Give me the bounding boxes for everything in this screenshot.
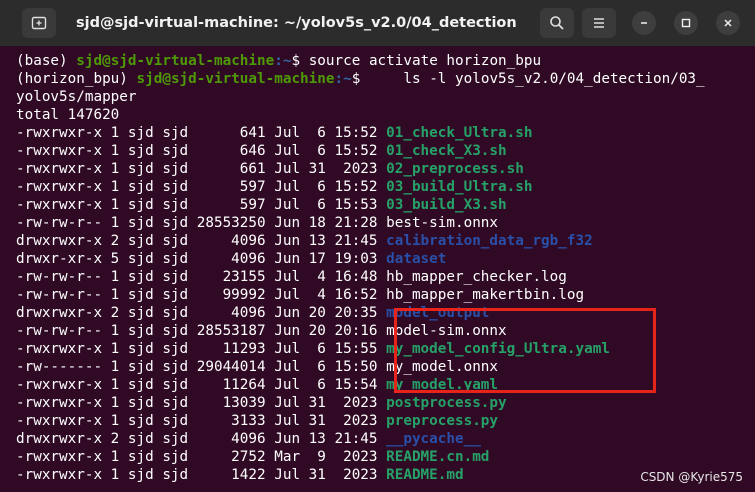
file-name: hb_mapper_checker.log	[386, 269, 567, 285]
file-metadata: -rw------- 1 sjd sjd 29044014 Jul 6 15:5…	[16, 359, 387, 375]
file-metadata: -rw-rw-r-- 1 sjd sjd 23155 Jul 4 16:48	[16, 269, 387, 285]
file-metadata: -rwxrwxr-x 1 sjd sjd 3133 Jul 31 2023	[16, 413, 387, 429]
file-name: 01_check_X3.sh	[386, 143, 507, 159]
command-text: source activate horizon_bpu	[308, 53, 542, 69]
total-line: total 147620	[16, 107, 120, 123]
file-row: -rw-rw-r-- 1 sjd sjd 23155 Jul 4 16:48 h…	[16, 268, 567, 286]
file-row: -rwxrwxr-x 1 sjd sjd 597 Jul 6 15:52 03_…	[16, 178, 532, 196]
file-metadata: -rwxrwxr-x 1 sjd sjd 1422 Jul 31 2023	[16, 467, 387, 483]
file-metadata: -rwxrwxr-x 1 sjd sjd 13039 Jul 31 2023	[16, 395, 387, 411]
conda-env-label: (base)	[16, 53, 77, 69]
file-name: 01_check_Ultra.sh	[386, 125, 533, 141]
file-name: README.md	[386, 467, 464, 483]
file-row: -rwxrwxr-x 1 sjd sjd 641 Jul 6 15:52 01_…	[16, 124, 532, 142]
file-metadata: -rw-rw-r-- 1 sjd sjd 99992 Jul 4 16:52	[16, 287, 387, 303]
highlight-box	[394, 308, 656, 393]
file-name: 03_build_X3.sh	[386, 197, 507, 213]
file-metadata: drwxrwxr-x 2 sjd sjd 4096 Jun 13 21:45	[16, 431, 387, 447]
file-name: dataset	[386, 251, 447, 267]
prompt-symbol: $	[291, 53, 309, 69]
file-metadata: -rwxrwxr-x 1 sjd sjd 2752 Mar 9 2023	[16, 449, 387, 465]
file-row: -rwxrwxr-x 1 sjd sjd 661 Jul 31 2023 02_…	[16, 160, 524, 178]
prompt-symbol: $	[351, 71, 404, 87]
file-metadata: -rwxrwxr-x 1 sjd sjd 641 Jul 6 15:52	[16, 125, 387, 141]
file-metadata: drwxrwxr-x 2 sjd sjd 4096 Jun 20 20:35	[16, 305, 387, 321]
file-row: -rw-rw-r-- 1 sjd sjd 99992 Jul 4 16:52 h…	[16, 286, 584, 304]
file-name: hb_mapper_makertbin.log	[386, 287, 585, 303]
prompt-line-1: (base) sjd@sjd-virtual-machine:~$ source…	[16, 52, 541, 70]
file-name: __pycache__	[386, 431, 481, 447]
file-metadata: -rwxrwxr-x 1 sjd sjd 11293 Jul 6 15:55	[16, 341, 387, 357]
file-row: -rwxrwxr-x 1 sjd sjd 1422 Jul 31 2023 RE…	[16, 466, 464, 484]
file-name: best-sim.onnx	[386, 215, 499, 231]
command-text: ls -l yolov5s_v2.0/04_detection/03_	[403, 71, 705, 87]
file-name: calibration_data_rgb_f32	[386, 233, 593, 249]
current-path: :~	[274, 53, 292, 69]
hamburger-menu-icon	[594, 18, 604, 28]
file-metadata: drwxrwxr-x 2 sjd sjd 4096 Jun 13 21:45	[16, 233, 387, 249]
file-metadata: -rw-rw-r-- 1 sjd sjd 28553250 Jun 18 21:…	[16, 215, 387, 231]
file-metadata: -rwxrwxr-x 1 sjd sjd 597 Jul 6 15:53	[16, 197, 387, 213]
close-icon	[724, 19, 732, 27]
file-row: -rw-rw-r-- 1 sjd sjd 28553250 Jun 18 21:…	[16, 214, 498, 232]
file-name: README.cn.md	[386, 449, 490, 465]
file-name: preprocess.py	[386, 413, 499, 429]
title-bar: sjd@sjd-virtual-machine: ~/yolov5s_v2.0/…	[0, 0, 755, 46]
file-metadata: -rwxrwxr-x 1 sjd sjd 597 Jul 6 15:52	[16, 179, 387, 195]
file-row: -rwxrwxr-x 1 sjd sjd 3133 Jul 31 2023 pr…	[16, 412, 498, 430]
menu-button[interactable]	[582, 8, 616, 38]
minimize-button[interactable]	[632, 11, 656, 35]
search-icon	[550, 16, 564, 30]
close-button[interactable]	[716, 11, 740, 35]
file-row: -rwxrwxr-x 1 sjd sjd 2752 Mar 9 2023 REA…	[16, 448, 489, 466]
file-metadata: -rwxrwxr-x 1 sjd sjd 661 Jul 31 2023	[16, 161, 387, 177]
maximize-icon	[681, 18, 691, 28]
user-host: sjd@sjd-virtual-machine	[136, 71, 335, 87]
new-tab-button[interactable]	[22, 8, 56, 38]
file-row: -rwxrwxr-x 1 sjd sjd 646 Jul 6 15:52 01_…	[16, 142, 507, 160]
user-host: sjd@sjd-virtual-machine	[76, 53, 275, 69]
file-row: -rwxrwxr-x 1 sjd sjd 13039 Jul 31 2023 p…	[16, 394, 507, 412]
file-row: drwxr-xr-x 5 sjd sjd 4096 Jun 17 19:03 d…	[16, 250, 446, 268]
current-path: :~	[334, 71, 352, 87]
file-row: drwxrwxr-x 2 sjd sjd 4096 Jun 13 21:45 c…	[16, 232, 593, 250]
prompt-line-2: (horizon_bpu) sjd@sjd-virtual-machine:~$…	[16, 70, 705, 88]
terminal-output[interactable]: (base) sjd@sjd-virtual-machine:~$ source…	[0, 46, 755, 492]
command-continuation: yolov5s/mapper	[16, 89, 137, 105]
conda-env-label: (horizon_bpu)	[16, 71, 137, 87]
maximize-button[interactable]	[674, 11, 698, 35]
file-row: -rwxrwxr-x 1 sjd sjd 597 Jul 6 15:53 03_…	[16, 196, 507, 214]
file-name: 02_preprocess.sh	[386, 161, 524, 177]
file-metadata: -rw-rw-r-- 1 sjd sjd 28553187 Jun 20 20:…	[16, 323, 387, 339]
search-button[interactable]	[540, 8, 574, 38]
new-tab-icon	[31, 16, 47, 30]
file-metadata: -rwxrwxr-x 1 sjd sjd 646 Jul 6 15:52	[16, 143, 387, 159]
file-name: 03_build_Ultra.sh	[386, 179, 533, 195]
file-name: postprocess.py	[386, 395, 507, 411]
file-metadata: -rwxrwxr-x 1 sjd sjd 11264 Jul 6 15:54	[16, 377, 387, 393]
watermark: CSDN @Kyrie575	[640, 470, 743, 484]
minimize-icon	[641, 22, 647, 24]
window-title: sjd@sjd-virtual-machine: ~/yolov5s_v2.0/…	[76, 15, 516, 31]
file-metadata: drwxr-xr-x 5 sjd sjd 4096 Jun 17 19:03	[16, 251, 387, 267]
file-row: drwxrwxr-x 2 sjd sjd 4096 Jun 13 21:45 _…	[16, 430, 481, 448]
